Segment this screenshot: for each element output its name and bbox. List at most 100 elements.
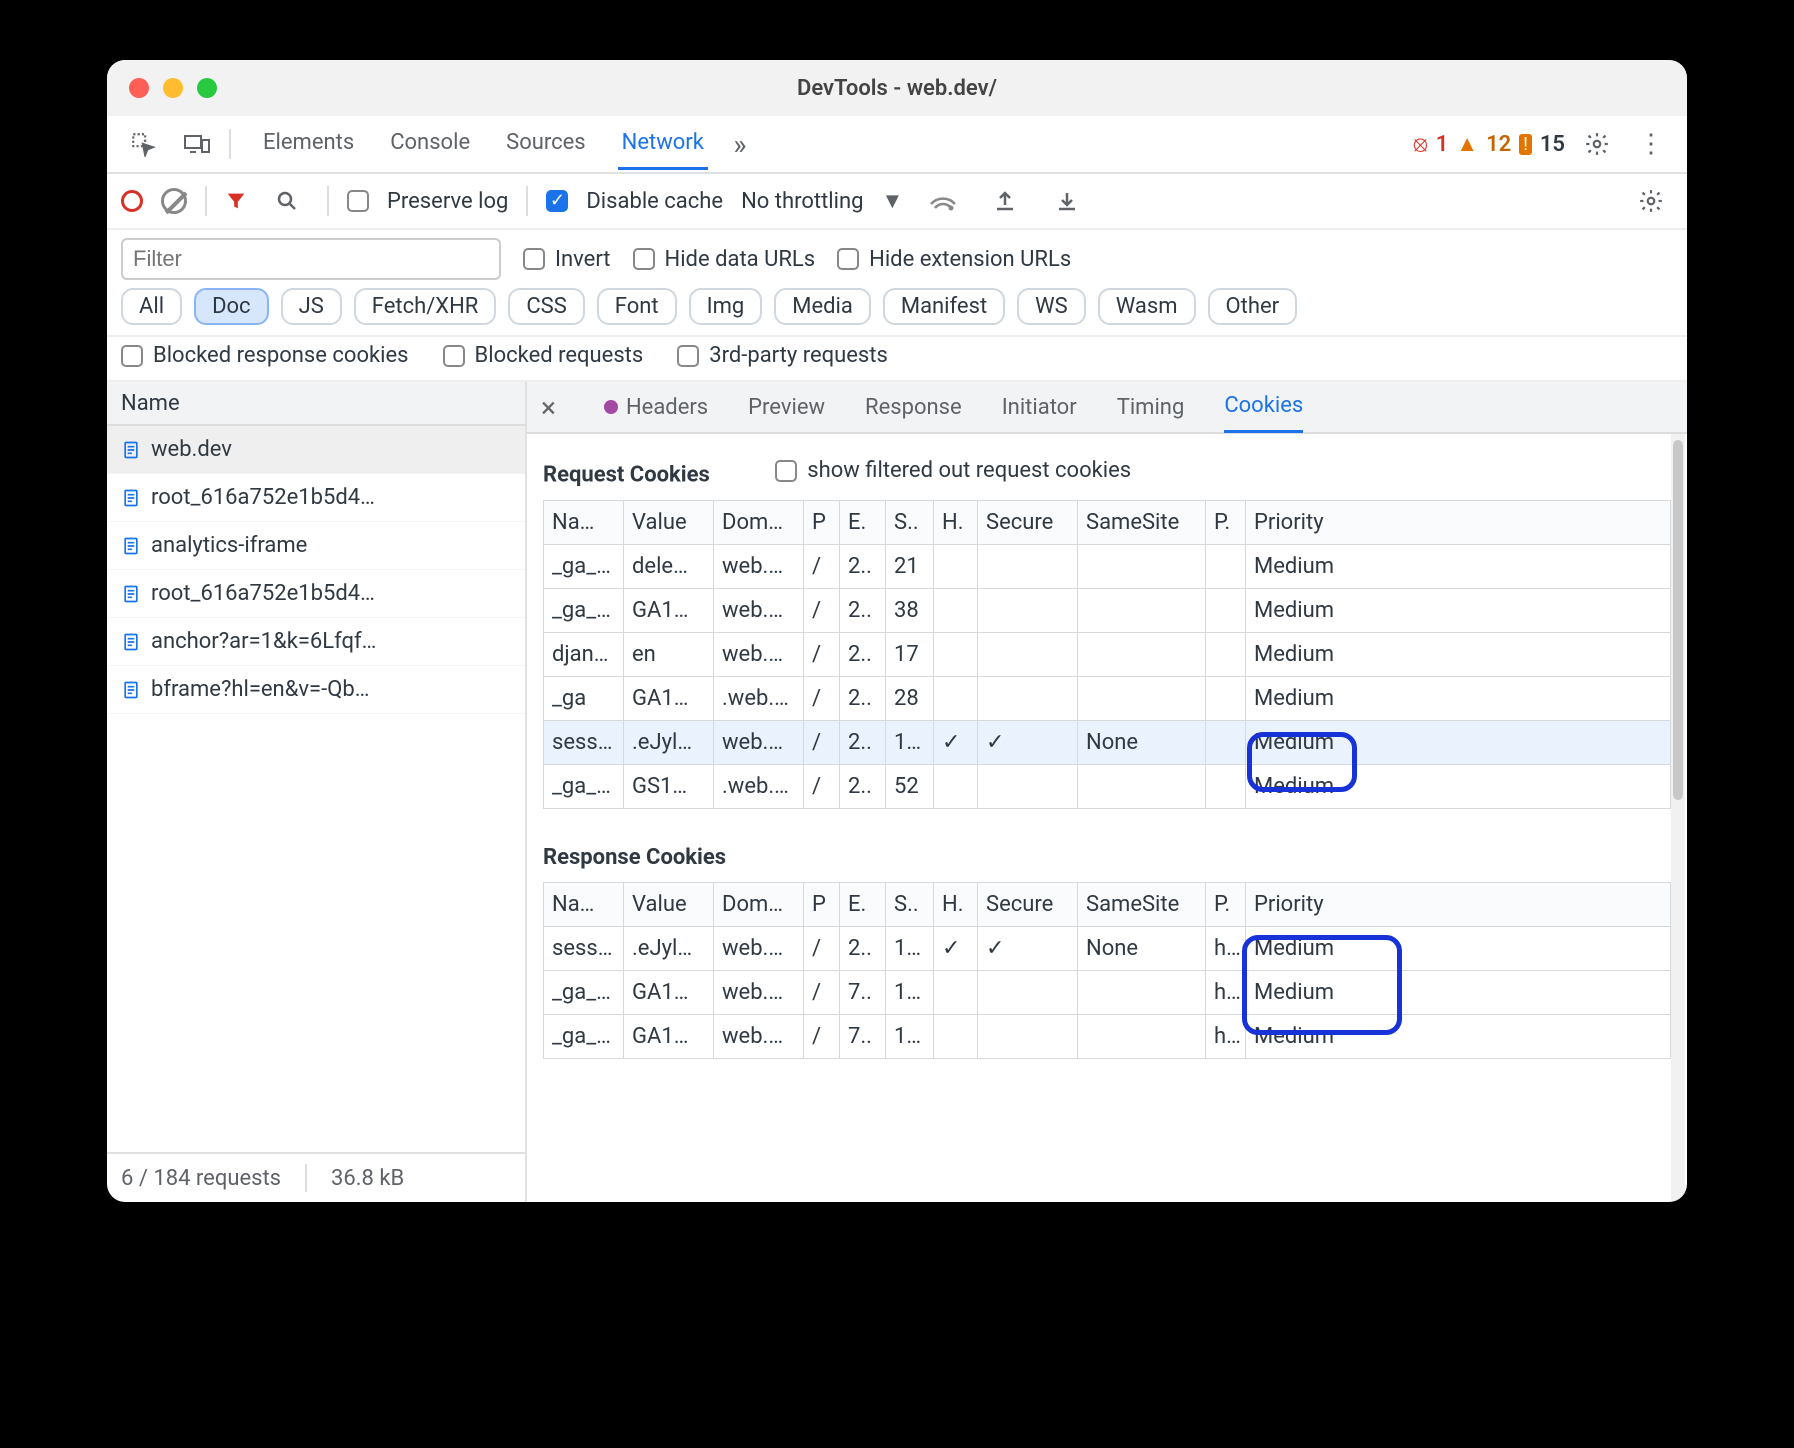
network-settings-icon[interactable]: [1629, 179, 1673, 223]
chip-font[interactable]: Font: [597, 288, 677, 325]
chip-css[interactable]: CSS: [508, 288, 584, 325]
throttling-select[interactable]: No throttling: [741, 189, 863, 214]
cookie-col-header[interactable]: P: [804, 500, 840, 544]
clear-button[interactable]: [161, 188, 187, 214]
request-row[interactable]: bframe?hl=en&v=-Qb…: [107, 666, 525, 714]
cookie-col-header[interactable]: P.: [1206, 500, 1246, 544]
disable-cache-checkbox[interactable]: [546, 190, 568, 212]
blocked-requests-checkbox[interactable]: [443, 345, 465, 367]
throttling-caret-icon[interactable]: ▼: [881, 188, 903, 214]
detail-tab-initiator[interactable]: Initiator: [1002, 395, 1077, 420]
cookie-row[interactable]: sessi….eJyl…web.…/2..1…✓✓NoneMedium: [544, 720, 1671, 764]
chip-other[interactable]: Other: [1208, 288, 1298, 325]
cookie-col-header[interactable]: S..: [886, 882, 934, 926]
document-icon: [121, 632, 141, 652]
network-toolbar: Preserve log Disable cache No throttling…: [107, 174, 1687, 230]
cookie-col-header[interactable]: Na…: [544, 882, 624, 926]
cookie-row[interactable]: djan…enweb.…/2..17Medium: [544, 632, 1671, 676]
split-panel: Name web.devroot_616a752e1b5d4…analytics…: [107, 382, 1687, 1202]
response-cookies-table: Na…ValueDom…PE.S..H.SecureSameSiteP.Prio…: [543, 882, 1671, 1059]
chip-doc[interactable]: Doc: [194, 288, 269, 325]
chip-img[interactable]: Img: [689, 288, 763, 325]
cookie-row[interactable]: _ga_…GA1…web.…/7..1…h..Medium: [544, 1014, 1671, 1058]
cookie-row[interactable]: _ga_…GA1…web.…/2..38Medium: [544, 588, 1671, 632]
preserve-log-checkbox[interactable]: [347, 190, 369, 212]
cookie-col-header[interactable]: P.: [1206, 882, 1246, 926]
document-icon: [121, 440, 141, 460]
issue-count: 15: [1540, 132, 1565, 157]
tab-sources[interactable]: Sources: [502, 118, 590, 170]
cookie-row[interactable]: _ga_…GA1…web.…/7..1…h..Medium: [544, 970, 1671, 1014]
cookie-row[interactable]: sessi….eJyl…web.…/2..1…✓✓Noneh..Medium: [544, 926, 1671, 970]
cookie-col-header[interactable]: Secure: [978, 882, 1078, 926]
filter-input[interactable]: [121, 238, 501, 280]
cookie-col-header[interactable]: H.: [934, 882, 978, 926]
chip-manifest[interactable]: Manifest: [883, 288, 1005, 325]
cookie-col-header[interactable]: E.: [840, 882, 886, 926]
cookie-col-header[interactable]: E.: [840, 500, 886, 544]
export-har-icon[interactable]: [983, 179, 1027, 223]
cookie-col-header[interactable]: SameSite: [1078, 500, 1206, 544]
scrollbar[interactable]: [1671, 434, 1685, 1202]
cookie-row[interactable]: _ga_…dele…web.…/2..21Medium: [544, 544, 1671, 588]
cookie-row[interactable]: _gaGA1….web.…/2..28Medium: [544, 676, 1671, 720]
request-row[interactable]: root_616a752e1b5d4…: [107, 474, 525, 522]
divider: [526, 186, 528, 216]
tab-elements[interactable]: Elements: [259, 118, 358, 170]
device-toggle-icon[interactable]: [175, 122, 219, 166]
issue-badges[interactable]: ⦻1 ▲12 !15: [1413, 131, 1565, 157]
cookie-col-header[interactable]: Priority: [1246, 882, 1671, 926]
record-button[interactable]: [121, 190, 143, 212]
document-icon: [121, 488, 141, 508]
detail-tab-cookies[interactable]: Cookies: [1224, 382, 1303, 433]
chip-fetch-xhr[interactable]: Fetch/XHR: [354, 288, 497, 325]
invert-label: Invert: [555, 247, 611, 272]
cookie-col-header[interactable]: Priority: [1246, 500, 1671, 544]
chip-all[interactable]: All: [121, 288, 182, 325]
third-party-checkbox[interactable]: [677, 345, 699, 367]
hide-ext-urls-checkbox[interactable]: [837, 248, 859, 270]
cookie-col-header[interactable]: Value: [624, 882, 714, 926]
request-row[interactable]: analytics-iframe: [107, 522, 525, 570]
request-row[interactable]: web.dev: [107, 426, 525, 474]
invert-checkbox[interactable]: [523, 248, 545, 270]
filter-toggle-icon[interactable]: [225, 190, 247, 212]
cookie-col-header[interactable]: Na…: [544, 500, 624, 544]
detail-tab-response[interactable]: Response: [865, 395, 962, 420]
detail-tab-headers[interactable]: Headers: [604, 395, 708, 420]
tab-network[interactable]: Network: [618, 118, 708, 170]
name-column-header[interactable]: Name: [107, 382, 525, 426]
request-cookies-table: Na…ValueDom…PE.S..H.SecureSameSiteP.Prio…: [543, 500, 1671, 809]
settings-icon[interactable]: [1575, 122, 1619, 166]
chip-js[interactable]: JS: [281, 288, 342, 325]
detail-tab-timing[interactable]: Timing: [1117, 395, 1185, 420]
chip-wasm[interactable]: Wasm: [1098, 288, 1196, 325]
chip-ws[interactable]: WS: [1017, 288, 1086, 325]
request-row[interactable]: anchor?ar=1&k=6Lfqf…: [107, 618, 525, 666]
cookie-row[interactable]: _ga_…GS1….web.…/2..52Medium: [544, 764, 1671, 808]
scrollbar-thumb[interactable]: [1673, 440, 1683, 800]
close-detail-icon[interactable]: ×: [541, 391, 556, 424]
cookie-col-header[interactable]: P: [804, 882, 840, 926]
cookie-col-header[interactable]: H.: [934, 500, 978, 544]
search-icon[interactable]: [265, 179, 309, 223]
import-har-icon[interactable]: [1045, 179, 1089, 223]
cookie-col-header[interactable]: Dom…: [714, 882, 804, 926]
inspect-icon[interactable]: [121, 122, 165, 166]
blocked-cookies-checkbox[interactable]: [121, 345, 143, 367]
chip-media[interactable]: Media: [774, 288, 871, 325]
cookie-col-header[interactable]: SameSite: [1078, 882, 1206, 926]
window-title: DevTools - web.dev/: [107, 76, 1687, 101]
network-conditions-icon[interactable]: [921, 179, 965, 223]
detail-tab-preview[interactable]: Preview: [748, 395, 825, 420]
cookie-col-header[interactable]: Secure: [978, 500, 1078, 544]
cookie-col-header[interactable]: S..: [886, 500, 934, 544]
cookie-col-header[interactable]: Value: [624, 500, 714, 544]
hide-data-urls-checkbox[interactable]: [633, 248, 655, 270]
show-filtered-checkbox[interactable]: [775, 460, 797, 482]
request-row[interactable]: root_616a752e1b5d4…: [107, 570, 525, 618]
cookie-col-header[interactable]: Dom…: [714, 500, 804, 544]
more-tabs-icon[interactable]: »: [718, 122, 762, 166]
kebab-menu-icon[interactable]: ⋮: [1629, 122, 1673, 166]
tab-console[interactable]: Console: [386, 118, 474, 170]
